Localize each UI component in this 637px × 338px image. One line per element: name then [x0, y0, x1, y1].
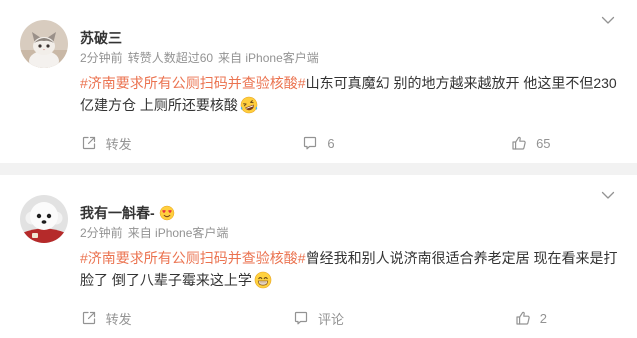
share-icon [81, 310, 97, 326]
like-button[interactable]: 65 [425, 125, 637, 161]
post-card: 苏破三 2分钟前 转赞人数超过60 来自 iPhone客户端 #济南要求所有公厕扫码… [0, 0, 637, 163]
post-meta: 2分钟前 来自 iPhone客户端 [80, 223, 621, 243]
comment-icon [293, 310, 309, 326]
chevron-down-icon[interactable] [601, 15, 615, 25]
post-body: 我有一斛春- 2分钟前 来自 iPhone客户端 #济南要求所有公厕扫码并查验核酸… [80, 203, 621, 291]
thumbs-up-icon [511, 135, 527, 151]
like-count: 65 [536, 135, 551, 151]
action-bar: 转发 评论 2 [0, 300, 637, 336]
avatar[interactable] [20, 20, 68, 68]
post-content: #济南要求所有公厕扫码并查验核酸#山东可真魔幻 别的地方越来越放开 他这里不但2… [80, 72, 621, 116]
like-button[interactable]: 2 [425, 300, 637, 336]
like-count: 2 [539, 310, 547, 326]
post-time: 2分钟前 [80, 51, 123, 65]
post-card: 我有一斛春- 2分钟前 来自 iPhone客户端 #济南要求所有公厕扫码并查验核酸… [0, 175, 637, 338]
hashtag-link[interactable]: #济南要求所有公厕扫码并查验核酸# [80, 75, 306, 91]
username[interactable]: 我有一斛春- [80, 203, 155, 223]
repost-like-note: 转赞人数超过60 [127, 51, 214, 65]
post-time: 2分钟前 [80, 226, 123, 240]
action-bar: 转发 6 65 [0, 125, 637, 161]
username[interactable]: 苏破三 [80, 28, 122, 48]
chevron-down-icon[interactable] [601, 190, 615, 200]
repost-label: 转发 [105, 136, 132, 152]
share-icon [81, 135, 97, 151]
avatar[interactable] [20, 195, 68, 243]
hashtag-link[interactable]: #济南要求所有公厕扫码并查验核酸# [80, 250, 306, 266]
repost-button[interactable]: 转发 [0, 125, 212, 161]
post-content: #济南要求所有公厕扫码并查验核酸#曾经我和别人说济南很适合养老定居 现在看来是打… [80, 247, 621, 291]
heart-eyes-emoji-icon [159, 205, 175, 221]
post-source: 来自 iPhone客户端 [127, 226, 229, 240]
post-meta: 2分钟前 转赞人数超过60 来自 iPhone客户端 [80, 48, 621, 68]
comment-count: 6 [327, 135, 335, 151]
thumbs-up-icon [515, 310, 531, 326]
post-body: 苏破三 2分钟前 转赞人数超过60 来自 iPhone客户端 #济南要求所有公厕扫码… [80, 28, 621, 116]
comment-icon [302, 135, 318, 151]
comment-button[interactable]: 评论 [212, 300, 424, 336]
comment-button[interactable]: 6 [212, 125, 424, 161]
grinning-emoji-icon [254, 271, 272, 289]
repost-button[interactable]: 转发 [0, 300, 212, 336]
name-row: 我有一斛春- [80, 203, 621, 223]
post-source: 来自 iPhone客户端 [218, 51, 319, 65]
laughing-crying-emoji-icon [240, 96, 258, 114]
name-row: 苏破三 [80, 28, 621, 48]
repost-label: 转发 [105, 311, 132, 327]
comment-label: 评论 [317, 311, 344, 327]
